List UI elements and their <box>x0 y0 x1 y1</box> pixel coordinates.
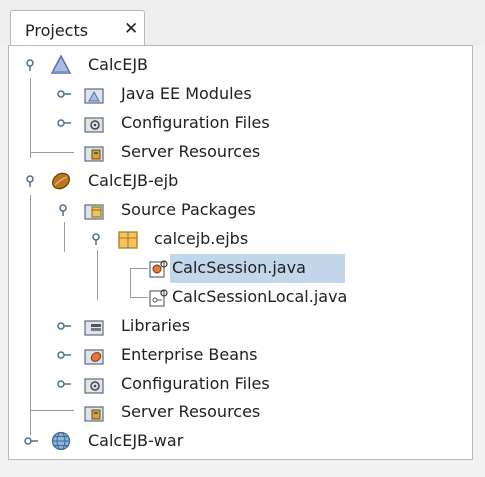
tree-node-ejb-server-resources[interactable]: Server Resources <box>0 398 400 427</box>
tree-node-label: Source Packages <box>121 200 256 219</box>
tree-node-label: CalcEJB-war <box>88 431 184 450</box>
tree-node-label: Java EE Modules <box>121 84 252 103</box>
tree-node-configuration-files[interactable]: Configuration Files <box>0 109 400 138</box>
tree-node-enterprise-beans[interactable]: Enterprise Beans <box>0 341 400 370</box>
collapsed-toggle-icon[interactable] <box>57 89 71 101</box>
package-icon <box>117 229 139 251</box>
tree-node-label: CalcSessionLocal.java <box>172 287 348 306</box>
web-application-globe-icon <box>50 430 72 452</box>
tree-node-calcsessionlocal-java[interactable]: CalcSessionLocal.java <box>0 283 400 312</box>
expanded-toggle-icon[interactable] <box>24 59 38 71</box>
server-resources-icon <box>83 142 105 164</box>
enterprise-application-icon <box>50 54 72 76</box>
java-ee-modules-icon <box>83 84 105 106</box>
tree-node-label: Libraries <box>121 316 191 335</box>
tree-node-label: Enterprise Beans <box>121 345 258 364</box>
tree-node-ejb-configuration-files[interactable]: Configuration Files <box>0 370 400 399</box>
collapsed-toggle-icon[interactable] <box>57 118 71 130</box>
tree-node-label: Configuration Files <box>121 374 270 393</box>
source-packages-icon <box>83 200 105 222</box>
projects-window: Projects ✕ CalcEJB Java EE Modules Confi… <box>0 0 485 477</box>
tree-node-label: CalcEJB-ejb <box>88 171 179 190</box>
collapsed-toggle-icon[interactable] <box>57 321 71 333</box>
tree-node-server-resources[interactable]: Server Resources <box>0 138 400 167</box>
expanded-toggle-icon[interactable] <box>57 204 71 216</box>
configuration-files-icon <box>83 374 105 396</box>
tree-node-label: Configuration Files <box>121 113 270 132</box>
tree-node-label-selected: CalcSession.java <box>172 258 306 277</box>
tree-node-package-calcejb-ejbs[interactable]: calcejb.ejbs <box>0 225 400 254</box>
session-bean-class-icon <box>148 258 170 280</box>
tree-node-label: calcejb.ejbs <box>154 229 249 248</box>
tree-node-label: CalcEJB <box>88 55 149 74</box>
tree-node-source-packages[interactable]: Source Packages <box>0 196 400 225</box>
project-tree: CalcEJB Java EE Modules Configuration Fi… <box>0 0 485 477</box>
enterprise-beans-icon <box>83 345 105 367</box>
expanded-toggle-icon[interactable] <box>90 233 104 245</box>
tree-node-libraries[interactable]: Libraries <box>0 312 400 341</box>
tree-node-calc-ejb[interactable]: CalcEJB <box>0 51 400 80</box>
tree-node-calc-ejb-war[interactable]: CalcEJB-war <box>0 427 400 456</box>
tree-node-label: Server Resources <box>121 142 261 161</box>
collapsed-toggle-icon[interactable] <box>24 436 38 448</box>
tree-node-calc-ejb-ejb[interactable]: CalcEJB-ejb <box>0 167 400 196</box>
ejb-module-bean-icon <box>50 170 72 192</box>
interface-file-icon <box>148 287 170 309</box>
tree-node-java-ee-modules[interactable]: Java EE Modules <box>0 80 400 109</box>
collapsed-toggle-icon[interactable] <box>57 379 71 391</box>
server-resources-icon <box>83 402 105 424</box>
tree-node-calcsession-java[interactable]: CalcSession.java <box>0 254 400 283</box>
configuration-files-icon <box>83 113 105 135</box>
tree-node-label: Server Resources <box>121 402 261 421</box>
expanded-toggle-icon[interactable] <box>24 175 38 187</box>
collapsed-toggle-icon[interactable] <box>57 350 71 362</box>
libraries-icon <box>83 316 105 338</box>
